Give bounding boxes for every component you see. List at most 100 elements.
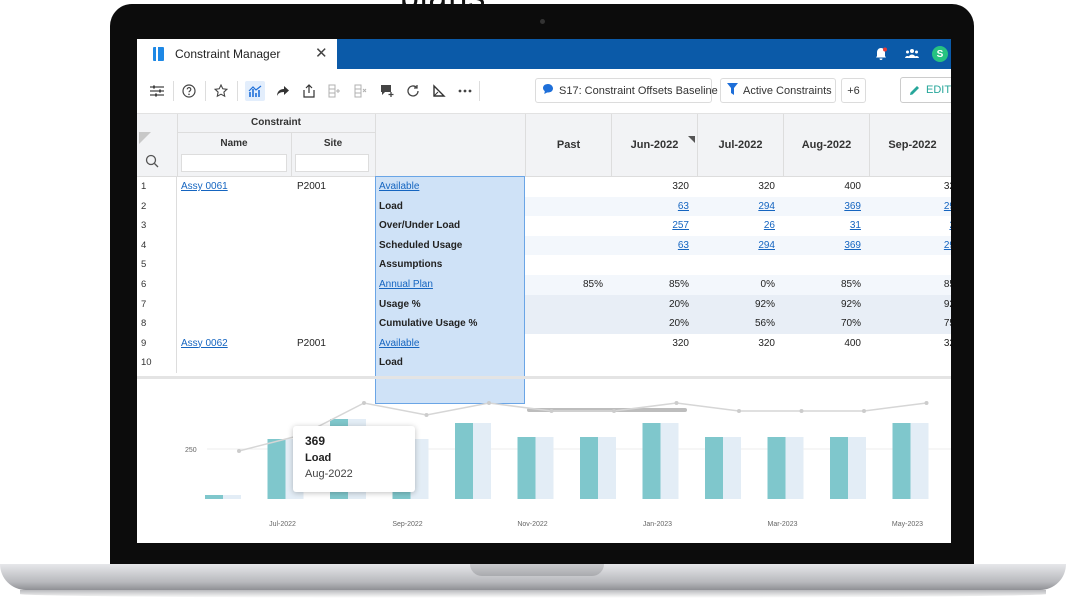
table-row[interactable]: 10 Load [137,353,951,373]
grid-body: 1Assy 0061P2001Available320320400322Load… [137,114,951,404]
line-point [674,401,679,405]
chart-toggle-icon[interactable] [245,81,265,101]
title-bar: Constraint Manager ✕ S [137,39,951,69]
bar-primary [205,495,223,499]
table-row[interactable]: 3 Over/Under Load 257 26 31 2 [137,216,951,236]
cell-value: 320 [672,181,689,192]
row-number: 2 [141,200,147,212]
user-avatar[interactable]: S [931,45,949,63]
cell-value: 70% [840,318,861,330]
bar-primary [892,423,911,499]
cell-value[interactable]: 63 [629,201,689,212]
more-filters-badge[interactable]: +6 [841,78,866,103]
cell-value: 32 [943,337,951,349]
line-point [737,409,741,413]
cell-value[interactable]: 294 [715,240,775,251]
row-number: 4 [141,239,147,251]
toolbar-divider [173,81,174,101]
scenario-label: S17: Constraint Offsets Baseline [559,84,718,97]
cell-value: 85% [840,279,861,290]
row-number: 7 [141,298,147,310]
cell-name[interactable]: Assy 0062 [181,338,228,349]
bar-secondary [910,423,929,499]
cell-measure: Load [379,357,403,369]
team-icon[interactable] [903,45,921,63]
laptop-shadow [20,590,1046,598]
row-number: 5 [141,259,147,271]
tab-title: Constraint Manager [175,47,281,61]
cell-name[interactable]: Assy 0061 [181,181,228,192]
refresh-icon[interactable] [403,81,423,101]
load-chart: 250 Jul-2022 Sep-2022 Nov-2022 Jan-2023 Mar-2… [185,401,951,528]
tooltip-label: Load [305,452,332,464]
cell-value[interactable]: 294 [715,201,775,212]
bar-primary [580,437,598,499]
cell-value[interactable]: 26 [715,220,775,231]
cell-value: 400 [844,337,861,349]
cell-measure: Load [379,200,403,212]
cell-value[interactable]: 257 [629,220,689,231]
bar-primary [267,439,286,499]
cell-value[interactable]: 63 [629,240,689,251]
row-number: 3 [141,220,147,232]
tab-constraint-manager[interactable]: Constraint Manager ✕ [137,39,337,69]
bar-primary [455,423,473,499]
table-row[interactable]: 5 Assumptions [137,255,951,275]
help-icon[interactable] [179,81,199,101]
table-row[interactable]: 1 Assy 0061 P2001 Available 320 320 400 32 [137,177,951,197]
close-icon[interactable]: ✕ [315,44,328,62]
filter-selector[interactable]: Active Constraints [720,78,836,103]
bar-secondary [785,437,804,499]
row-number: 6 [141,279,147,290]
camera [540,19,545,24]
row-number: 8 [141,318,147,330]
table-row[interactable]: 7 Usage % 20% 92% 92% 92 [137,294,951,315]
bar-secondary [723,437,741,499]
table-row[interactable]: 9 Assy 0062 P2001 Available 320 320 400 32 [137,333,951,354]
comment-add-icon[interactable] [377,81,397,101]
cell-value[interactable]: 31 [801,220,861,231]
laptop-notch [470,564,604,576]
x-tick-label: Mar-2023 [768,521,798,528]
cell-value[interactable]: 2 [891,220,951,231]
toolbar-divider [479,81,480,101]
scenario-selector[interactable]: S17: Constraint Offsets Baseline [535,78,718,103]
line-point [237,449,241,453]
bell-icon[interactable] [872,45,890,63]
cell-value[interactable]: 369 [801,240,861,251]
x-tick-label: Nov-2022 [517,521,547,528]
edit-label: EDIT [926,84,951,96]
star-icon[interactable] [211,81,231,101]
add-row-icon[interactable] [325,81,345,101]
filter-icon [727,83,738,98]
settings-sliders-icon[interactable] [147,81,167,101]
table-row[interactable]: 6 Annual Plan 85% 85% 0% 85% 85 [137,275,951,295]
cell-value[interactable]: 29 [891,201,951,212]
y-tick-label: 250 [185,447,197,454]
export-icon[interactable] [299,81,319,101]
cell-value[interactable]: 29 [891,240,951,251]
more-options-icon[interactable] [455,81,475,101]
table-row[interactable]: 2 Load 63 294 369 29 [137,196,951,217]
toolbar: S17: Constraint Offsets Baseline Active … [137,69,951,114]
grid-chart-divider[interactable] [137,376,951,379]
toolbar-divider [237,81,238,101]
share-arrow-icon[interactable] [273,81,293,101]
cell-value[interactable]: 369 [801,201,861,212]
table-row[interactable]: 4 Scheduled Usage 63 294 369 29 [137,235,951,256]
edit-button[interactable]: EDIT [900,77,951,103]
bar-primary [830,437,848,499]
bar-secondary [660,423,679,499]
table-row[interactable]: 8 Cumulative Usage % 20% 56% 70% 75 [137,314,951,334]
bar-secondary [473,423,491,499]
delete-row-icon[interactable] [351,81,371,101]
pencil-icon [910,85,919,95]
tooltip-month: Aug-2022 [305,468,353,480]
triangle-ruler-icon[interactable] [429,81,449,101]
cell-measure[interactable]: Annual Plan [379,279,433,290]
cell-measure[interactable]: Available [379,181,419,192]
cell-measure: Scheduled Usage [379,239,463,251]
line-point [362,401,366,405]
cell-measure[interactable]: Available [379,338,419,349]
app-screen: Constraint Manager ✕ S S17: Constraint O… [137,39,951,543]
